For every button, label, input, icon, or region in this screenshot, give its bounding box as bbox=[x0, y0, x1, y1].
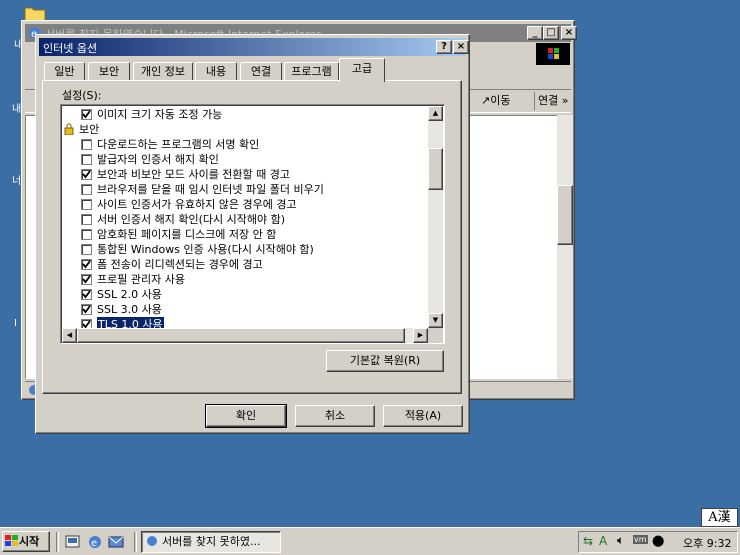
setting-label[interactable]: 브라우저를 닫을 때 임시 인터넷 파일 폴더 비우기 bbox=[97, 182, 324, 197]
ie-maximize-button[interactable]: □ bbox=[543, 26, 559, 40]
setting-checkbox[interactable] bbox=[81, 244, 92, 255]
cancel-button[interactable]: 취소 bbox=[295, 405, 375, 427]
tab-connections[interactable]: 연결 bbox=[240, 62, 282, 81]
ie-vertical-scrollbar[interactable] bbox=[557, 115, 573, 379]
tray-vm-icon[interactable]: vm bbox=[633, 535, 648, 544]
restore-defaults-button[interactable]: 기본값 복원(R) bbox=[326, 350, 444, 372]
tray-ime-icon[interactable]: A bbox=[599, 534, 607, 548]
scroll-up-button[interactable]: ▲ bbox=[428, 106, 443, 121]
setting-checkbox[interactable] bbox=[81, 229, 92, 240]
setting-label[interactable]: 사이트 인증서가 유효하지 않은 경우에 경고 bbox=[97, 197, 297, 212]
scroll-left-button[interactable]: ◀ bbox=[62, 328, 77, 343]
tray-network-icon[interactable]: ⇆ bbox=[583, 534, 593, 548]
show-desktop-icon[interactable] bbox=[65, 534, 81, 550]
settings-label: 설정(S): bbox=[62, 89, 102, 102]
scrollbar-corner bbox=[428, 328, 443, 343]
setting-checkbox[interactable] bbox=[81, 289, 92, 300]
tab-advanced[interactable]: 고급 bbox=[339, 58, 385, 82]
setting-checkbox[interactable] bbox=[81, 154, 92, 165]
dialog-title: 인터넷 옵션 bbox=[43, 42, 98, 55]
dialog-help-button[interactable]: ? bbox=[436, 40, 452, 54]
setting-label[interactable]: 이미지 크기 자동 조정 가능 bbox=[97, 107, 222, 122]
ie-go-button[interactable]: ↗이동 bbox=[481, 92, 533, 110]
setting-checkbox[interactable] bbox=[81, 304, 92, 315]
windows-logo-icon bbox=[536, 43, 570, 65]
system-tray: ⇆ A 🔈︎ vm ⬤ 오후 9:32 bbox=[578, 531, 738, 553]
setting-checkbox[interactable] bbox=[81, 139, 92, 150]
ok-button[interactable]: 확인 bbox=[205, 404, 287, 428]
setting-checkbox[interactable] bbox=[81, 109, 92, 120]
setting-label[interactable]: 다운로드하는 프로그램의 서명 확인 bbox=[97, 137, 259, 152]
setting-label[interactable]: 서버 인증서 해지 확인(다시 시작해야 함) bbox=[97, 212, 285, 227]
setting-checkbox[interactable] bbox=[81, 214, 92, 225]
scroll-down-button[interactable]: ▼ bbox=[428, 313, 443, 328]
tab-content[interactable]: 내용 bbox=[195, 62, 237, 81]
dialog-close-button[interactable]: × bbox=[453, 40, 469, 54]
desktop-icon-label-fragment: 내 bbox=[12, 104, 22, 115]
desktop-icon-label-fragment: I bbox=[14, 318, 17, 329]
setting-label[interactable]: SSL 3.0 사용 bbox=[97, 302, 162, 317]
ie-minimize-button[interactable]: _ bbox=[527, 26, 543, 40]
start-button[interactable]: 시작 bbox=[2, 531, 50, 552]
quick-launch-divider bbox=[56, 532, 59, 552]
setting-label[interactable]: 보안과 비보안 모드 사이를 전환할 때 경고 bbox=[97, 167, 290, 182]
setting-label[interactable]: 암호화된 페이지를 디스크에 저장 안 함 bbox=[97, 227, 276, 242]
settings-vertical-scrollbar[interactable]: ▲ ▼ bbox=[428, 106, 443, 328]
lock-icon bbox=[63, 123, 75, 138]
go-arrow-icon: ↗ bbox=[481, 94, 491, 107]
quick-launch-divider bbox=[134, 532, 137, 552]
tab-privacy[interactable]: 개인 정보 bbox=[133, 62, 193, 81]
settings-list[interactable]: 이미지 크기 자동 조정 가능 보안 다운로드하는 프로그램의 서명 확인 발급자의 … bbox=[60, 104, 445, 344]
dialog-titlebar: 인터넷 옵션 bbox=[39, 38, 466, 56]
tray-speaker-icon[interactable]: 🔈︎ bbox=[617, 533, 624, 548]
setting-label[interactable]: 발급자의 인증서 해지 확인 bbox=[97, 152, 219, 167]
desktop-icon-label-fragment: 너 bbox=[12, 176, 22, 187]
setting-checkbox[interactable] bbox=[81, 259, 92, 270]
taskbar-task-ie[interactable]: 서버를 찾지 못하였... bbox=[141, 531, 281, 553]
ie-task-icon bbox=[147, 536, 157, 546]
settings-scroll-thumb[interactable] bbox=[428, 148, 443, 190]
setting-label[interactable]: 프로필 관리자 사용 bbox=[97, 272, 185, 287]
setting-checkbox[interactable] bbox=[81, 169, 92, 180]
taskbar-clock: 오후 9:32 bbox=[683, 537, 732, 550]
tab-programs[interactable]: 프로그램 bbox=[284, 62, 339, 81]
outlook-express-icon[interactable] bbox=[108, 534, 124, 550]
settings-hscroll-thumb[interactable] bbox=[77, 328, 405, 343]
setting-label[interactable]: 폼 전송이 리디렉션되는 경우에 경고 bbox=[97, 257, 263, 272]
settings-horizontal-scrollbar[interactable]: ◀ ▶ bbox=[62, 328, 428, 343]
ime-indicator[interactable]: A漢 bbox=[701, 508, 738, 527]
tray-app-icon[interactable]: ⬤ bbox=[652, 534, 664, 547]
taskbar: 시작 e 서버를 찾지 못하였... ⇆ A 🔈︎ vm ⬤ 오후 9:32 bbox=[0, 527, 740, 555]
internet-explorer-icon[interactable]: e bbox=[87, 534, 103, 550]
setting-label[interactable]: SSL 2.0 사용 bbox=[97, 287, 162, 302]
setting-checkbox[interactable] bbox=[81, 274, 92, 285]
settings-category-label[interactable]: 보안 bbox=[79, 122, 99, 137]
apply-button[interactable]: 적용(A) bbox=[383, 405, 463, 427]
ie-scroll-thumb[interactable] bbox=[557, 185, 573, 245]
setting-checkbox[interactable] bbox=[81, 199, 92, 210]
tab-security[interactable]: 보안 bbox=[88, 62, 130, 81]
ie-close-button[interactable]: × bbox=[561, 26, 577, 40]
tab-general[interactable]: 일반 bbox=[44, 62, 85, 81]
setting-label[interactable]: 통합된 Windows 인증 사용(다시 시작해야 함) bbox=[97, 242, 314, 257]
setting-checkbox[interactable] bbox=[81, 184, 92, 195]
scroll-right-button[interactable]: ▶ bbox=[413, 328, 428, 343]
windows-flag-icon bbox=[5, 535, 18, 546]
ie-links-button[interactable]: 연결 » bbox=[534, 92, 574, 110]
svg-text:e: e bbox=[91, 538, 97, 549]
